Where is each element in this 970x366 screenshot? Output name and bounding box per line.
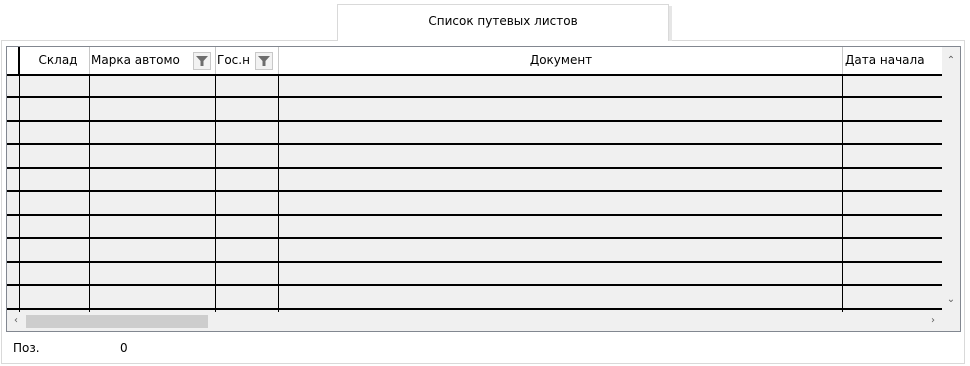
grid-header: Склад Марка автомо Гос.н Документ Дата н… (7, 47, 942, 76)
table-row[interactable] (7, 76, 942, 98)
table-row[interactable] (7, 100, 942, 122)
column-line (842, 76, 843, 312)
scroll-right-icon[interactable]: › (924, 312, 942, 330)
column-line (278, 76, 279, 312)
table-row[interactable] (7, 217, 942, 239)
tab-shadow (669, 6, 672, 41)
grid-rows (7, 76, 942, 312)
filter-icon[interactable] (193, 52, 211, 70)
table-row[interactable] (7, 123, 942, 145)
column-separator[interactable] (278, 47, 279, 74)
scrollbar-corner (942, 312, 960, 331)
row-indicator-line (19, 76, 20, 312)
column-line (89, 76, 90, 312)
column-separator[interactable] (842, 47, 843, 74)
column-header-car-brand[interactable]: Марка автомо (91, 47, 193, 74)
column-separator[interactable] (89, 47, 90, 74)
horizontal-scrollbar[interactable]: ‹ › (7, 312, 942, 331)
table-row[interactable] (7, 264, 942, 286)
scroll-down-icon[interactable]: ⌄ (942, 291, 960, 309)
column-header-document[interactable]: Документ (280, 47, 842, 74)
waybill-grid[interactable]: Склад Марка автомо Гос.н Документ Дата н… (6, 46, 961, 332)
tab-waybills[interactable]: Список путевых листов (337, 4, 669, 41)
tab-label: Список путевых листов (428, 14, 578, 28)
position-value: 0 (120, 341, 128, 355)
window-root: Список путевых листов Склад Марка автомо… (0, 0, 970, 366)
column-separator[interactable] (215, 47, 216, 74)
position-label: Поз. (13, 341, 40, 355)
column-header-warehouse[interactable]: Склад (27, 47, 89, 74)
row-indicator-header (7, 47, 20, 74)
table-row[interactable] (7, 288, 942, 310)
scroll-left-icon[interactable]: ‹ (7, 312, 25, 330)
table-row[interactable] (7, 170, 942, 192)
table-row[interactable] (7, 147, 942, 169)
column-line (215, 76, 216, 312)
table-row[interactable] (7, 241, 942, 263)
scroll-up-icon[interactable]: ⌃ (942, 52, 960, 70)
vertical-scrollbar[interactable]: ⌃ ⌄ (942, 47, 960, 312)
horizontal-scroll-thumb[interactable] (26, 315, 208, 328)
column-header-plate[interactable]: Гос.н (217, 47, 255, 74)
filter-icon[interactable] (255, 52, 273, 70)
table-row[interactable] (7, 194, 942, 216)
column-header-start-date[interactable]: Дата начала (845, 47, 942, 74)
